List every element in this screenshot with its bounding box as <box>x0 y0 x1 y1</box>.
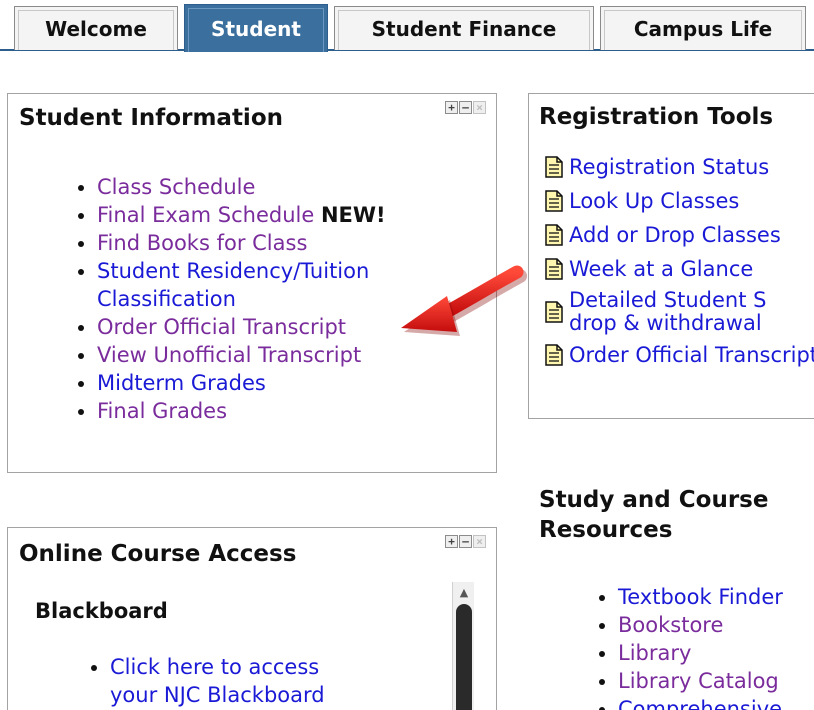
document-icon <box>545 224 563 246</box>
list-item: Library <box>596 639 814 667</box>
study-resources-section: Study and Course Resources Textbook Find… <box>528 470 814 710</box>
list-item: Bookstore <box>596 611 814 639</box>
document-icon <box>545 190 563 212</box>
add-icon[interactable]: + <box>445 535 458 548</box>
add-icon[interactable]: + <box>445 101 458 114</box>
view-unofficial-transcript-link[interactable]: View Unofficial Transcript <box>97 343 361 367</box>
list-item: Registration Status <box>545 153 814 181</box>
blackboard-heading: Blackboard <box>35 599 168 623</box>
red-arrow-annotation <box>401 265 527 336</box>
tab-welcome[interactable]: Welcome <box>14 6 178 50</box>
list-item: Look Up Classes <box>545 187 814 215</box>
tab-bar: Welcome Student Student Finance Campus L… <box>0 0 814 52</box>
final-exam-schedule-link[interactable]: Final Exam Schedule <box>97 203 314 227</box>
tab-campus-life[interactable]: Campus Life <box>600 6 806 50</box>
document-icon <box>545 258 563 280</box>
study-resources-link-list: Textbook Finder Bookstore Library Librar… <box>596 583 814 710</box>
final-grades-link[interactable]: Final Grades <box>97 399 227 423</box>
link-line: your NJC Blackboard <box>110 683 325 707</box>
close-icon[interactable]: × <box>473 535 486 548</box>
portlet-title: Study and Course Resources <box>539 485 768 545</box>
document-icon <box>545 301 563 323</box>
list-item: Class Schedule <box>75 173 475 201</box>
list-item: Midterm Grades <box>75 369 475 397</box>
bookstore-link[interactable]: Bookstore <box>618 613 723 637</box>
minimize-icon[interactable]: – <box>459 101 472 114</box>
registration-tools-list: Registration Status Look Up Classes Add … <box>545 153 814 375</box>
list-item: Final Exam Schedule NEW! <box>75 201 475 229</box>
list-item: Find Books for Class <box>75 229 475 257</box>
scrollbar-thumb[interactable] <box>456 604 472 710</box>
detailed-student-schedule-link[interactable]: Detailed Student Sdrop & withdrawal <box>569 289 766 335</box>
tab-label: Student <box>211 16 301 41</box>
order-official-transcript-link[interactable]: Order Official Transcript <box>97 315 346 339</box>
list-item: Detailed Student Sdrop & withdrawal <box>545 289 814 335</box>
list-item: Add or Drop Classes <box>545 221 814 249</box>
title-line: Resources <box>539 517 673 543</box>
list-item: Order Official Transcript <box>545 341 814 369</box>
textbook-finder-link[interactable]: Textbook Finder <box>618 585 783 609</box>
close-icon[interactable]: × <box>473 101 486 114</box>
link-line: Detailed Student S <box>569 288 767 312</box>
list-item: Click here to access your NJC Blackboard <box>88 653 428 709</box>
scroll-up-icon[interactable]: ▲ <box>456 584 472 600</box>
list-item: Week at a Glance <box>545 255 814 283</box>
registration-tools-content: Registration Tools Registration Status L… <box>528 93 814 419</box>
portlet-title: Registration Tools <box>539 104 774 130</box>
week-at-a-glance-link[interactable]: Week at a Glance <box>569 255 753 283</box>
add-drop-classes-link[interactable]: Add or Drop Classes <box>569 221 781 249</box>
comprehensive-link[interactable]: Comprehensive <box>618 697 782 710</box>
portlet-controls: + – × <box>445 101 486 115</box>
new-badge: NEW! <box>320 203 386 227</box>
find-books-link[interactable]: Find Books for Class <box>97 231 307 255</box>
tab-label: Campus Life <box>633 16 773 41</box>
link-line: Click here to access <box>110 655 320 679</box>
online-course-link-list: Click here to access your NJC Blackboard <box>88 653 428 709</box>
tab-student-finance[interactable]: Student Finance <box>334 6 594 50</box>
link-line: drop & withdrawal <box>569 311 762 335</box>
document-icon <box>545 156 563 178</box>
look-up-classes-link[interactable]: Look Up Classes <box>569 187 739 215</box>
online-course-access-portlet: Online Course Access + – × Blackboard Cl… <box>7 527 497 710</box>
list-item: View Unofficial Transcript <box>75 341 475 369</box>
tab-label: Student Finance <box>371 16 557 41</box>
list-item: Comprehensive <box>596 695 814 710</box>
portlet-title: Online Course Access <box>19 541 297 567</box>
list-item: Library Catalog <box>596 667 814 695</box>
minimize-icon[interactable]: – <box>459 535 472 548</box>
scrollbar[interactable]: ▲ <box>452 582 474 710</box>
list-item: Final Grades <box>75 397 475 425</box>
library-link[interactable]: Library <box>618 641 691 665</box>
tab-label: Welcome <box>45 16 147 41</box>
list-item: Textbook Finder <box>596 583 814 611</box>
title-line: Study and Course <box>539 487 769 513</box>
registration-status-link[interactable]: Registration Status <box>569 153 769 181</box>
class-schedule-link[interactable]: Class Schedule <box>97 175 255 199</box>
document-icon <box>545 344 563 366</box>
portlet-controls: + – × <box>445 535 486 549</box>
midterm-grades-link[interactable]: Midterm Grades <box>97 371 266 395</box>
residency-tuition-link[interactable]: Student Residency/Tuition Classification <box>97 259 369 311</box>
library-catalog-link[interactable]: Library Catalog <box>618 669 779 693</box>
tab-student[interactable]: Student <box>184 4 328 52</box>
blackboard-access-link[interactable]: Click here to access your NJC Blackboard <box>110 655 325 707</box>
order-official-transcript-tool-link[interactable]: Order Official Transcript <box>569 341 814 369</box>
portlet-title: Student Information <box>19 105 283 131</box>
